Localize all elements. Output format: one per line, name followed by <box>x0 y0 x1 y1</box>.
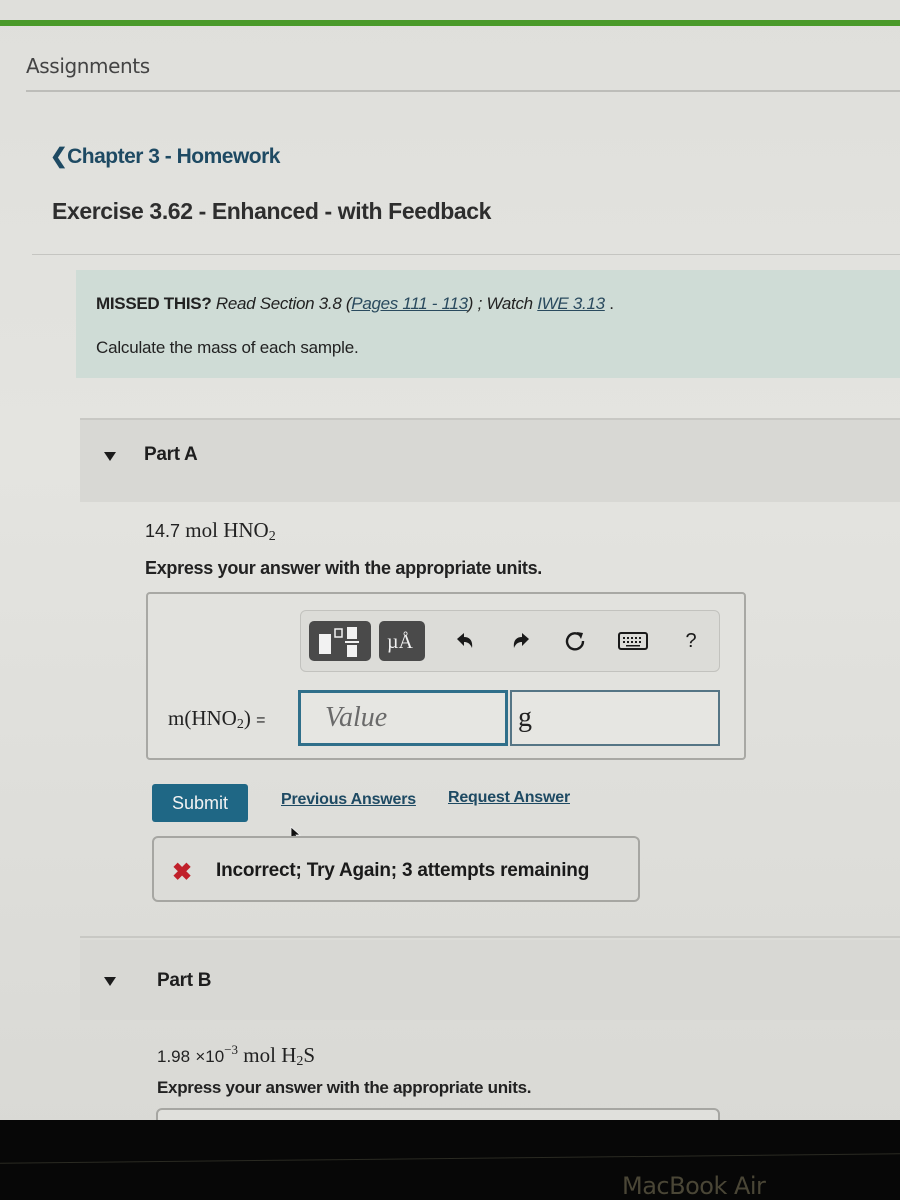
units-button[interactable]: µÅ <box>379 621 425 661</box>
value-input[interactable] <box>298 690 508 746</box>
help-button[interactable]: ? <box>673 625 709 657</box>
templates-icon <box>319 627 359 657</box>
units-label: µÅ <box>387 631 413 653</box>
feedback-message: ✖ Incorrect; Try Again; 3 attempts remai… <box>152 836 640 902</box>
part-b-label: Part B <box>157 970 212 991</box>
browser-screen: Assignments ❮Chapter 3 - Homework Exerci… <box>0 0 900 1148</box>
feedback-text: Incorrect; Try Again; 3 attempts remaini… <box>216 860 590 881</box>
assignments-heading: Assignments <box>26 54 150 78</box>
redo-icon <box>513 633 529 648</box>
watch-text: ; Watch <box>477 294 534 313</box>
part-b-instruction: Express your answer with the appropriate… <box>157 1078 532 1097</box>
part-a-header[interactable]: Part A <box>80 420 900 502</box>
answer-label: m(HNO2) = <box>168 706 266 732</box>
caret-down-icon <box>104 977 116 986</box>
pages-link[interactable]: Pages 111 - 113 <box>351 294 468 313</box>
templates-button[interactable] <box>309 621 371 661</box>
part-a-answer-panel: µÅ ? m(HNO2) = Value g <box>146 592 746 760</box>
part-a-question: 14.7 mol HNO2 <box>145 518 276 544</box>
incorrect-x-icon: ✖ <box>172 859 193 886</box>
keyboard-button[interactable] <box>615 625 651 657</box>
back-link-label: Chapter 3 - Homework <box>67 145 280 168</box>
top-accent-bar <box>0 20 900 26</box>
iwe-link[interactable]: IWE 3.13 <box>537 294 605 313</box>
missed-label: MISSED THIS? <box>96 294 212 313</box>
read-section-text: Read Section 3.8 <box>215 294 342 313</box>
redo-button[interactable] <box>503 625 539 657</box>
divider <box>80 936 900 938</box>
period: . <box>604 294 614 313</box>
previous-answers-link[interactable]: Previous Answers <box>281 791 416 809</box>
missed-this-line: MISSED THIS? Read Section 3.8 (Pages 111… <box>96 294 614 314</box>
math-toolbar: µÅ ? <box>300 610 720 672</box>
units-input[interactable] <box>510 690 720 746</box>
undo-button[interactable] <box>447 625 483 657</box>
help-icon: ? <box>685 629 697 652</box>
instruction-text: Calculate the mass of each sample. <box>96 338 359 357</box>
device-label: MacBook Air <box>622 1172 766 1200</box>
caret-down-icon <box>104 452 116 461</box>
part-b-header[interactable]: Part B <box>80 940 900 1020</box>
reset-icon <box>565 632 585 651</box>
request-answer-link[interactable]: Request Answer <box>448 789 570 807</box>
submit-button[interactable]: Submit <box>152 784 248 822</box>
undo-icon <box>457 633 473 648</box>
divider <box>32 254 900 255</box>
back-to-chapter-link[interactable]: ❮Chapter 3 - Homework <box>50 144 280 169</box>
reset-button[interactable] <box>557 625 593 657</box>
paren-close: ) <box>467 294 474 313</box>
keyboard-icon <box>618 632 648 650</box>
part-a-instruction: Express your answer with the appropriate… <box>145 558 543 578</box>
hint-box: MISSED THIS? Read Section 3.8 (Pages 111… <box>76 270 900 378</box>
part-b-question: 1.98 ×10−3 mol H2S <box>157 1042 316 1069</box>
exercise-title: Exercise 3.62 - Enhanced - with Feedback <box>52 198 492 224</box>
part-a-label: Part A <box>144 444 198 465</box>
chevron-left-icon: ❮ <box>50 145 68 168</box>
divider <box>26 90 900 92</box>
